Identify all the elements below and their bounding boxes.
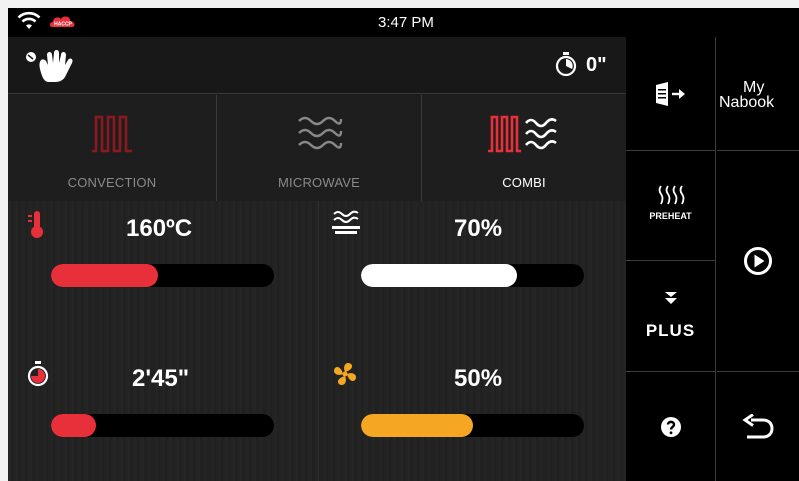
- controls-panel: 160ºC 70% 2'45" 50%: [8, 201, 626, 481]
- time-slider[interactable]: [51, 414, 274, 437]
- haccp-label: HACCP: [54, 22, 72, 28]
- help-icon: [660, 416, 681, 437]
- cooking-modes: CONVECTION MICROWAVE COMBI: [8, 95, 626, 201]
- microwave-power-slider[interactable]: [361, 264, 584, 287]
- door-exit-icon: [655, 81, 685, 106]
- mode-microwave[interactable]: MICROWAVE: [217, 95, 422, 201]
- microwave-power-fill: [361, 264, 518, 287]
- time-fill: [51, 414, 96, 437]
- start-button[interactable]: [717, 151, 799, 372]
- plus-button[interactable]: PLUS: [626, 261, 716, 372]
- timer-value: 0": [586, 54, 607, 76]
- help-button[interactable]: [626, 372, 716, 481]
- back-button[interactable]: [717, 372, 799, 481]
- plus-down-icon: [664, 292, 677, 305]
- hand-touch-icon[interactable]: [22, 47, 78, 83]
- info-bar: 0": [8, 37, 626, 94]
- stopwatch-icon: [27, 361, 49, 387]
- mode-combi[interactable]: COMBI: [422, 95, 626, 201]
- haccp-badge: HACCP: [49, 16, 75, 28]
- microwave-power-icon: [332, 210, 360, 234]
- temperature-value: 160ºC: [126, 215, 193, 242]
- fan-control[interactable]: 50%: [318, 351, 618, 461]
- door-exit-button[interactable]: [626, 37, 716, 151]
- fan-icon: [333, 362, 357, 386]
- mode-label: CONVECTION: [67, 175, 157, 190]
- my-nabook-line1: My: [743, 79, 765, 96]
- thermometer-icon: [28, 211, 43, 238]
- my-nabook-line2: Nabook: [719, 94, 775, 111]
- mode-convection[interactable]: CONVECTION: [8, 95, 217, 201]
- microwave-icon: [298, 116, 343, 150]
- convection-icon: [92, 115, 132, 153]
- time-value: 2'45": [132, 365, 190, 392]
- mode-label: MICROWAVE: [278, 175, 360, 190]
- fan-slider[interactable]: [361, 414, 584, 437]
- fan-value: 50%: [454, 365, 503, 392]
- stopwatch-icon: [555, 52, 577, 76]
- back-icon: [742, 413, 774, 438]
- oven-screen: HACCP 3:47 PM 0" CONVECTION MICROWAVE CO…: [8, 8, 799, 481]
- clock: 3:47 PM: [378, 14, 434, 31]
- my-nabook-logo: My Nabook: [719, 79, 775, 111]
- preheat-button[interactable]: PREHEAT: [626, 151, 716, 261]
- fan-fill: [361, 414, 473, 437]
- microwave-power-control[interactable]: 70%: [318, 201, 618, 311]
- preheat-label: PREHEAT: [649, 211, 692, 221]
- play-icon: [744, 247, 772, 275]
- wifi-icon: [17, 11, 41, 29]
- combi-icon: [488, 115, 557, 153]
- temperature-fill: [51, 264, 159, 287]
- time-control[interactable]: 2'45": [8, 351, 308, 461]
- sidebar: My Nabook PREHEAT PLUS: [626, 8, 799, 481]
- temperature-slider[interactable]: [51, 264, 274, 287]
- temperature-control[interactable]: 160ºC: [8, 201, 308, 311]
- microwave-power-value: 70%: [454, 215, 503, 242]
- my-nabook-button[interactable]: My Nabook: [717, 37, 799, 151]
- mode-label: COMBI: [502, 175, 546, 190]
- plus-label: PLUS: [645, 321, 696, 340]
- main-panel: 0" CONVECTION MICROWAVE COMBI 160ºC 70% …: [8, 37, 626, 481]
- preheat-icon: [658, 185, 684, 204]
